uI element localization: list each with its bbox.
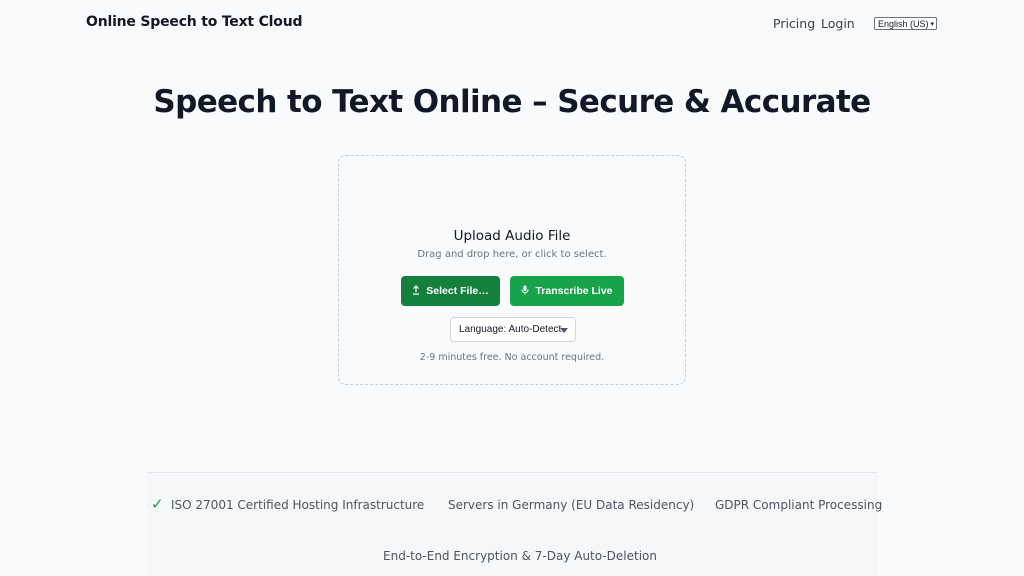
- trust-item-servers: Servers in Germany (EU Data Residency): [448, 498, 695, 512]
- transcribe-live-label: Transcribe Live: [535, 285, 613, 297]
- free-usage-note: 2-9 minutes free. No account required.: [419, 352, 605, 363]
- top-header: Online Speech to Text Cloud Pricing Logi…: [0, 0, 1024, 48]
- trust-item-encryption: End-to-End Encryption & 7-Day Auto-Delet…: [383, 549, 657, 563]
- language-dropdown-value: Language: Auto-Detect: [459, 324, 562, 335]
- transcribe-live-button[interactable]: Transcribe Live: [510, 276, 624, 306]
- dropdown-arrow-icon: [560, 328, 568, 333]
- select-file-label: Select File…: [426, 285, 489, 297]
- nav-pricing-link[interactable]: Pricing: [773, 16, 815, 31]
- language-selector[interactable]: English (US) ▾: [874, 17, 937, 30]
- microphone-icon: [521, 285, 529, 298]
- upload-icon: [412, 284, 420, 298]
- upload-dropzone[interactable]: Upload Audio File Drag and drop here, or…: [338, 155, 686, 385]
- trust-item-gdpr: GDPR Compliant Processing: [715, 498, 883, 512]
- nav-login-link[interactable]: Login: [821, 16, 855, 31]
- brand-logo-text[interactable]: Online Speech to Text Cloud: [86, 14, 302, 30]
- upload-subtitle: Drag and drop here, or click to select.: [417, 249, 607, 260]
- language-selector-value: English (US): [878, 19, 929, 29]
- chevron-down-icon: ▾: [930, 21, 934, 28]
- language-dropdown[interactable]: Language: Auto-Detect: [450, 317, 576, 342]
- page-title: Speech to Text Online – Secure & Accurat…: [153, 84, 871, 120]
- section-divider: [147, 472, 878, 473]
- select-file-button[interactable]: Select File…: [401, 276, 500, 306]
- checkmark-icon: ✓: [151, 495, 164, 513]
- upload-title: Upload Audio File: [453, 228, 571, 244]
- trust-item-iso: ISO 27001 Certified Hosting Infrastructu…: [171, 498, 425, 512]
